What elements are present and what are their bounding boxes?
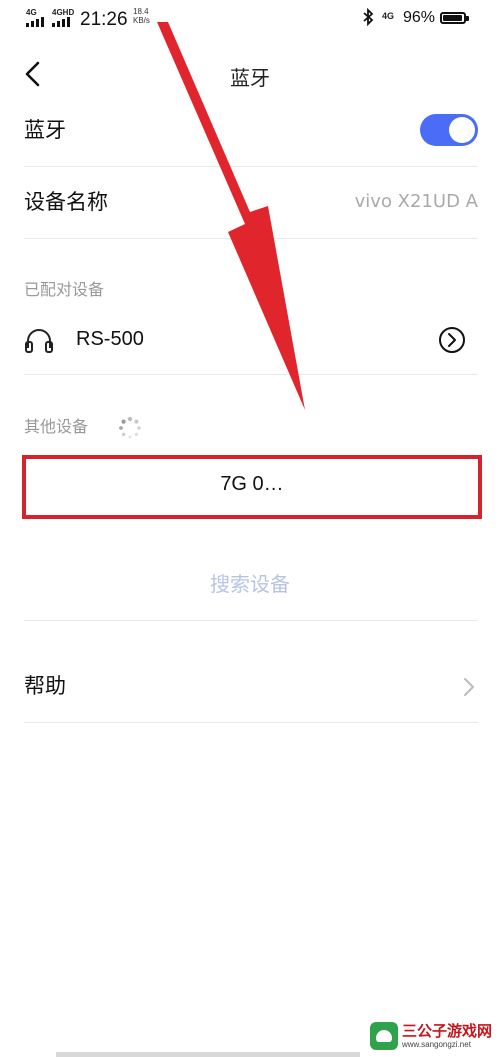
battery-icon xyxy=(440,12,469,24)
signal-icon-1 xyxy=(26,17,44,27)
divider xyxy=(24,620,478,621)
divider xyxy=(24,238,478,239)
bluetooth-toggle[interactable] xyxy=(420,114,478,146)
android-logo-icon xyxy=(370,1022,398,1050)
bluetooth-icon xyxy=(362,7,374,31)
home-indicator[interactable] xyxy=(56,1052,360,1057)
device-name-label: 设备名称 xyxy=(24,190,108,214)
network-type-3: 4G xyxy=(382,11,395,21)
watermark-title: 三公子游戏网 xyxy=(402,1022,493,1040)
bluetooth-row: 蓝牙 xyxy=(24,112,478,166)
chevron-right-icon xyxy=(462,676,476,702)
status-bar: 4G 4GHD 21:26 18.4 KB/s 4G 96% xyxy=(0,0,500,38)
paired-device-name: RS-500 xyxy=(76,328,144,350)
network-speed-value: 18.4 xyxy=(133,7,149,16)
divider xyxy=(24,722,478,723)
network-type-1: 4G xyxy=(26,8,37,17)
headphones-icon xyxy=(24,326,54,358)
network-speed: 18.4 KB/s xyxy=(133,7,150,25)
chevron-right-circle-icon[interactable] xyxy=(438,326,466,358)
title-bar: 蓝牙 xyxy=(0,48,500,102)
network-type-2: 4GHD xyxy=(52,8,75,17)
available-device-item[interactable]: 7G 0… xyxy=(22,455,482,519)
search-devices-button[interactable]: 搜索设备 xyxy=(0,568,500,597)
site-watermark: 三公子游戏网 www.sangongzi.net xyxy=(366,1016,500,1057)
divider xyxy=(24,374,478,375)
divider xyxy=(24,166,478,167)
device-name-value: vivo X21UD A xyxy=(354,191,478,212)
available-device-name: 7G 0… xyxy=(220,473,284,495)
bluetooth-label: 蓝牙 xyxy=(24,118,66,142)
signal-icon-2 xyxy=(52,17,70,27)
other-section-title: 其他设备 xyxy=(24,417,89,436)
clock: 21:26 xyxy=(80,9,128,30)
watermark-url: www.sangongzi.net xyxy=(402,1040,471,1049)
loading-spinner-icon xyxy=(118,416,142,444)
paired-section-title: 已配对设备 xyxy=(24,280,105,299)
network-speed-unit: KB/s xyxy=(133,16,150,25)
help-row[interactable]: 帮助 xyxy=(24,654,478,716)
page-title: 蓝牙 xyxy=(230,66,270,90)
toggle-knob xyxy=(449,117,475,143)
paired-device-item[interactable]: RS-500 xyxy=(24,316,478,366)
battery-percent: 96% xyxy=(403,9,436,26)
help-label: 帮助 xyxy=(24,674,66,698)
